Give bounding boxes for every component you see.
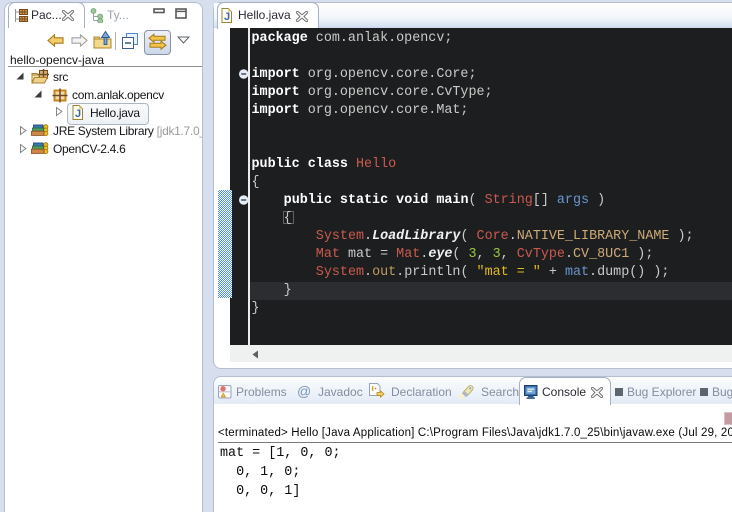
svg-text:J: J — [75, 108, 81, 120]
svg-text:J: J — [224, 11, 230, 23]
